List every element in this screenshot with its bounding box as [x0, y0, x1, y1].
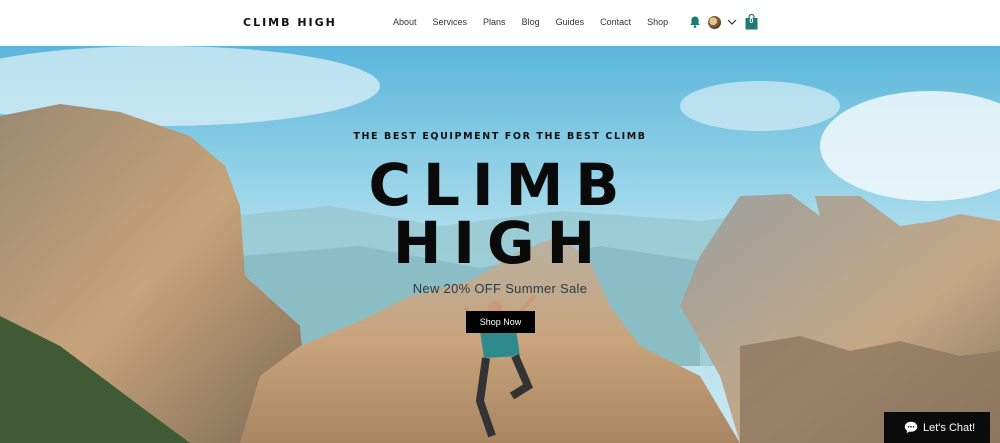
hero-title-line2: HIGH: [392, 209, 608, 277]
nav-shop[interactable]: Shop: [647, 17, 668, 27]
cart-icon[interactable]: 0: [745, 13, 758, 30]
chat-label: Let's Chat!: [923, 421, 976, 434]
main-nav: About Services Plans Blog Guides Contact…: [385, 17, 676, 27]
chevron-down-icon[interactable]: [727, 18, 737, 26]
nav-guides[interactable]: Guides: [556, 17, 585, 27]
site-logo[interactable]: CLIMB HIGH: [243, 16, 337, 29]
hero-section: THE BEST EQUIPMENT FOR THE BEST CLIMB CL…: [0, 46, 1000, 443]
bell-icon[interactable]: [688, 15, 702, 29]
site-header: CLIMB HIGH About Services Plans Blog Gui…: [0, 0, 1000, 46]
nav-plans[interactable]: Plans: [483, 17, 506, 27]
nav-services[interactable]: Services: [433, 17, 468, 27]
nav-blog[interactable]: Blog: [522, 17, 540, 27]
hero-subtitle: New 20% OFF Summer Sale: [412, 281, 588, 296]
avatar[interactable]: [708, 15, 721, 29]
chat-button[interactable]: Let's Chat!: [884, 412, 990, 443]
header-actions: 0: [688, 13, 758, 30]
cart-count: 0: [749, 18, 754, 25]
chat-bubble-icon: [904, 421, 918, 434]
nav-about[interactable]: About: [393, 17, 417, 27]
nav-contact[interactable]: Contact: [600, 17, 631, 27]
hero-tagline: THE BEST EQUIPMENT FOR THE BEST CLIMB: [353, 131, 647, 142]
shop-now-button[interactable]: Shop Now: [466, 311, 535, 333]
hero-title-line1: CLIMB: [368, 151, 632, 219]
